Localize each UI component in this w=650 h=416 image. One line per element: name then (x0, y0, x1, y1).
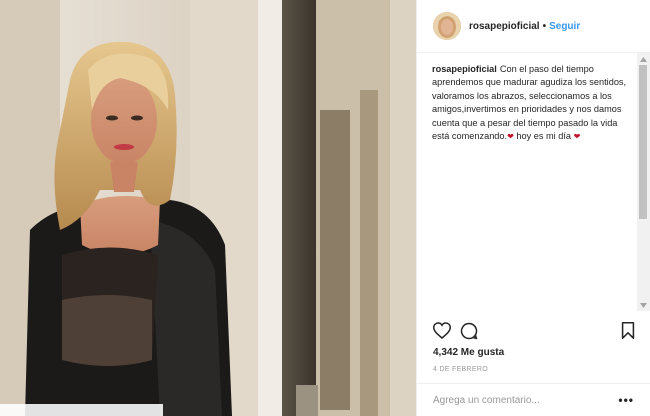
heart-emoji-icon: ❤ (507, 132, 514, 142)
username-link[interactable]: rosapepioficial (469, 21, 540, 32)
comments-area: rosapepioficial Con el paso del tiempo ap… (417, 53, 650, 307)
photo-tag-strip (0, 404, 163, 416)
caption-username-link[interactable]: rosapepioficial (432, 64, 497, 74)
header-separator: • (542, 20, 547, 32)
comment-icon[interactable] (460, 322, 478, 345)
avatar-image (433, 12, 461, 40)
follow-button[interactable]: Seguir (549, 21, 580, 32)
post-actions (432, 318, 635, 344)
comment-input[interactable] (433, 394, 619, 406)
scroll-down-arrow-icon[interactable] (637, 299, 650, 311)
post-date: 4 DE FEBRERO (433, 366, 488, 373)
likes-count[interactable]: 4,342 Me gusta (433, 347, 504, 358)
more-options-icon[interactable]: ••• (618, 393, 634, 407)
post-photo[interactable] (0, 0, 416, 416)
comments-scrollbar[interactable] (637, 53, 650, 311)
scrollbar-thumb[interactable] (639, 65, 647, 219)
heart-icon[interactable] (432, 322, 452, 344)
heart-emoji-icon-2: ❤ (573, 132, 581, 142)
post-header: rosapepioficial • Seguir (417, 0, 650, 53)
caption-tail: hoy es mi día (516, 131, 571, 142)
avatar[interactable] (433, 12, 461, 40)
bookmark-icon[interactable] (621, 322, 635, 344)
header-text: rosapepioficial • Seguir (469, 21, 580, 32)
post-side-panel: rosapepioficial • Seguir rosapepioficial Co… (416, 0, 650, 416)
scroll-up-arrow-icon[interactable] (637, 53, 650, 65)
post-photo-image (0, 0, 416, 416)
post-caption: rosapepioficial Con el paso del tiempo ap… (432, 63, 632, 143)
caption-text: Con el paso del tiempo aprendemos que ma… (432, 64, 627, 142)
comment-bar: ••• (417, 383, 650, 416)
